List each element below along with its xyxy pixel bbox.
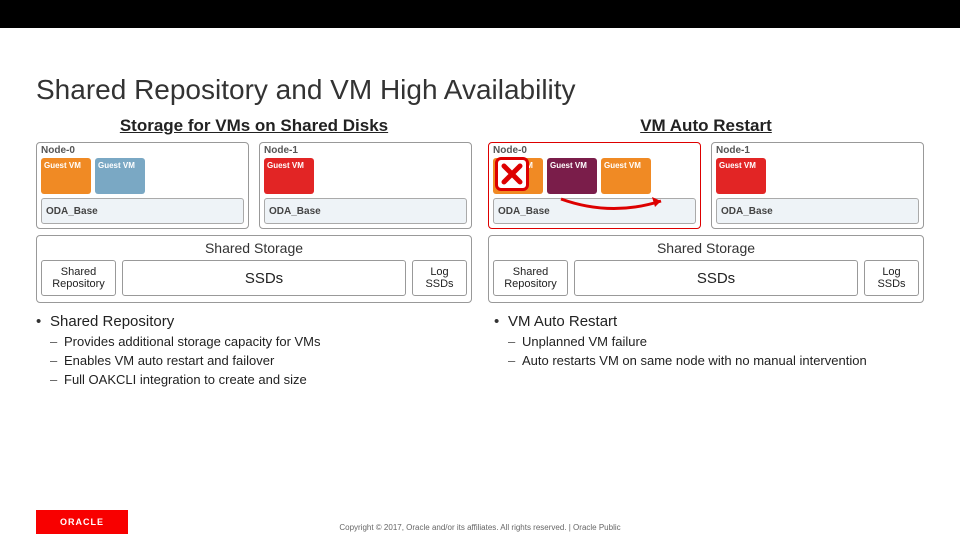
guest-vm-orange: Guest VM	[41, 158, 91, 194]
node-1-box: Node-1 Guest VM ODA_Base	[259, 142, 472, 229]
node-1-label: Node-1	[716, 145, 919, 156]
shared-repository-box: Shared Repository	[493, 260, 568, 296]
slide: Shared Repository and VM High Availabili…	[0, 0, 960, 540]
guest-vm-orange-restart: Guest VM	[601, 158, 651, 194]
node-0-label: Node-0	[493, 145, 696, 156]
failure-cross-icon	[495, 157, 529, 191]
oda-base-box: ODA_Base	[41, 198, 244, 224]
vm-row: Guest VM	[716, 158, 919, 194]
bullet-r1: VM Auto Restart	[494, 313, 924, 330]
shared-storage-group: Shared Storage Shared Repository SSDs Lo…	[36, 235, 472, 303]
vm-row: Guest VM	[264, 158, 467, 194]
footer: ORACLE Copyright © 2017, Oracle and/or i…	[0, 523, 960, 536]
left-diagram: Node-0 Guest VM Guest VM ODA_Base Node-1…	[36, 142, 472, 303]
left-subheading: Storage for VMs on Shared Disks	[36, 116, 472, 136]
shared-storage-group: Shared Storage Shared Repository SSDs Lo…	[488, 235, 924, 303]
left-column: Storage for VMs on Shared Disks Node-0 G…	[36, 116, 472, 303]
shared-storage-label: Shared Storage	[41, 238, 467, 260]
node-0-box-failed: Node-0 Guest VM Guest VM Guest VM ODA_Ba…	[488, 142, 701, 229]
node-0-box: Node-0 Guest VM Guest VM ODA_Base	[36, 142, 249, 229]
copyright-text: Copyright © 2017, Oracle and/or its affi…	[0, 523, 960, 536]
oda-base-box: ODA_Base	[264, 198, 467, 224]
left-bullets: Shared Repository Provides additional st…	[36, 313, 466, 391]
right-column: VM Auto Restart Node-0 Guest VM Guest VM…	[488, 116, 924, 303]
bullet-l2-2: Full OAKCLI integration to create and si…	[36, 372, 466, 387]
storage-row: Shared Repository SSDs Log SSDs	[41, 260, 467, 296]
right-diagram: Node-0 Guest VM Guest VM Guest VM ODA_Ba…	[488, 142, 924, 303]
guest-vm-dark: Guest VM	[547, 158, 597, 194]
page-title: Shared Repository and VM High Availabili…	[0, 56, 960, 116]
guest-vm-blue: Guest VM	[95, 158, 145, 194]
bullet-l2-0: Provides additional storage capacity for…	[36, 334, 466, 349]
guest-vm-red: Guest VM	[716, 158, 766, 194]
vm-row: Guest VM Guest VM	[41, 158, 244, 194]
right-subheading: VM Auto Restart	[488, 116, 924, 136]
node-1-label: Node-1	[264, 145, 467, 156]
bullet-l1: Shared Repository	[36, 313, 466, 330]
content-columns: Storage for VMs on Shared Disks Node-0 G…	[0, 116, 960, 303]
bullet-l2-1: Enables VM auto restart and failover	[36, 353, 466, 368]
oracle-logo: ORACLE	[36, 510, 128, 534]
storage-row: Shared Repository SSDs Log SSDs	[493, 260, 919, 296]
bullet-r2-1: Auto restarts VM on same node with no ma…	[494, 353, 924, 368]
shared-repository-box: Shared Repository	[41, 260, 116, 296]
log-ssds-box: Log SSDs	[412, 260, 467, 296]
shared-storage-label: Shared Storage	[493, 238, 919, 260]
bullet-r2-0: Unplanned VM failure	[494, 334, 924, 349]
right-bullets: VM Auto Restart Unplanned VM failure Aut…	[494, 313, 924, 391]
guest-vm-red: Guest VM	[264, 158, 314, 194]
node-0-label: Node-0	[41, 145, 244, 156]
log-ssds-box: Log SSDs	[864, 260, 919, 296]
ssds-box: SSDs	[122, 260, 406, 296]
node-1-box: Node-1 Guest VM ODA_Base	[711, 142, 924, 229]
nodes-row: Node-0 Guest VM Guest VM ODA_Base Node-1…	[36, 142, 472, 229]
bullets-row: Shared Repository Provides additional st…	[0, 303, 960, 391]
nodes-row: Node-0 Guest VM Guest VM Guest VM ODA_Ba…	[488, 142, 924, 229]
ssds-box: SSDs	[574, 260, 858, 296]
oda-base-box: ODA_Base	[716, 198, 919, 224]
oda-base-box: ODA_Base	[493, 198, 696, 224]
